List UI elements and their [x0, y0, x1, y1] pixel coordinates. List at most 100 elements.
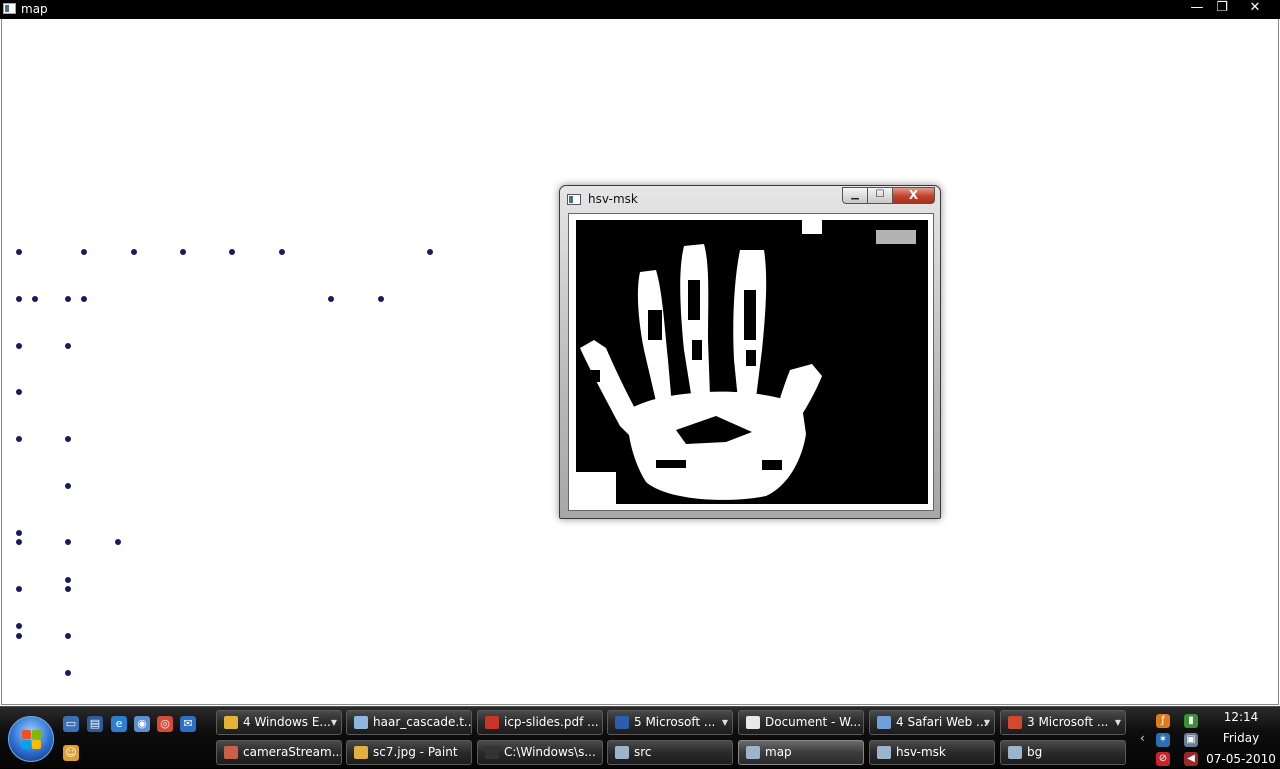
group-dropdown-icon[interactable]: ▼: [722, 711, 728, 734]
taskbar-button-5-microsoft[interactable]: 5 Microsoft ... ▼: [607, 710, 733, 735]
map-point: [65, 633, 71, 639]
map-point: [65, 343, 71, 349]
clock-time[interactable]: 12:14: [1202, 710, 1280, 724]
taskbar-button-hsv-msk[interactable]: hsv-msk: [869, 740, 995, 765]
minimize-button[interactable]: ▁: [842, 187, 868, 204]
window-app-icon[interactable]: [3, 3, 16, 14]
taskbar-button-bg[interactable]: bg: [1000, 740, 1126, 765]
hsv-msk-window: hsv-msk ▁ ☐ X: [559, 185, 941, 519]
taskbar-button-label: bg: [1027, 745, 1043, 759]
window-icon: [877, 746, 891, 759]
window-icon: [746, 746, 760, 759]
map-window-title: map: [21, 2, 48, 16]
group-dropdown-icon[interactable]: ▼: [331, 711, 337, 734]
taskbar-button-label: 4 Windows E...: [243, 715, 331, 729]
map-point: [115, 539, 121, 545]
battery-icon[interactable]: ▮: [1184, 714, 1198, 728]
taskbar: ▭ ▤ e ◉ ◎ ✉ ☺ 4 Windows E... ▼ haar_cascade.t...…: [0, 706, 1280, 768]
folder-icon[interactable]: ☺: [63, 745, 79, 761]
console-icon: [485, 746, 499, 759]
notification-area: ‹ ƒ ▮ ✶ ▣ ⊘ ◀ 12:14 Friday 07-05-2010: [1138, 707, 1280, 769]
restore-button[interactable]: ❐: [1209, 0, 1235, 17]
document-icon: [746, 716, 760, 729]
map-point: [16, 389, 22, 395]
hsv-msk-window-title: hsv-msk: [588, 192, 638, 206]
start-button[interactable]: [8, 716, 54, 762]
network-icon[interactable]: ▣: [1184, 733, 1198, 747]
hsv-msk-titlebar[interactable]: hsv-msk ▁ ☐ X: [560, 186, 940, 212]
clock-day[interactable]: Friday: [1202, 731, 1280, 745]
taskbar-button-map[interactable]: map: [738, 740, 864, 765]
map-point: [16, 296, 22, 302]
map-point: [65, 577, 71, 583]
taskbar-button-camerastream[interactable]: cameraStream...: [216, 740, 342, 765]
switch-windows-icon[interactable]: ▤: [87, 716, 103, 732]
map-point: [32, 296, 38, 302]
taskbar-button-label: C:\Windows\s...: [504, 745, 596, 759]
map-point: [279, 249, 285, 255]
close-button[interactable]: ✕: [1242, 0, 1268, 17]
folder-icon: [224, 716, 238, 729]
map-point: [16, 343, 22, 349]
window-app-icon[interactable]: [567, 194, 581, 205]
show-desktop-icon[interactable]: ▭: [63, 716, 79, 732]
map-titlebar[interactable]: map — ❐ ✕: [0, 0, 1280, 19]
map-point: [65, 436, 71, 442]
group-dropdown-icon[interactable]: ▼: [984, 711, 990, 734]
taskbar-button-src[interactable]: src: [607, 740, 733, 765]
close-button[interactable]: X: [892, 187, 935, 204]
camera-icon: [224, 746, 238, 759]
taskbar-button-4-safari-web[interactable]: 4 Safari Web ... ▼: [869, 710, 995, 735]
map-point: [16, 586, 22, 592]
map-point: [65, 670, 71, 676]
taskbar-button-label: sc7.jpg - Paint: [373, 745, 458, 759]
notepad-icon: [354, 716, 368, 729]
taskbar-button-sc7-jpg-paint[interactable]: sc7.jpg - Paint: [346, 740, 472, 765]
taskbar-button-label: cameraStream...: [243, 745, 342, 759]
map-point: [16, 249, 22, 255]
group-dropdown-icon[interactable]: ▼: [1115, 711, 1121, 734]
map-point: [16, 633, 22, 639]
map-point: [81, 249, 87, 255]
map-point: [16, 530, 22, 536]
chrome-icon[interactable]: ◎: [157, 716, 173, 732]
taskbar-button-icp-slides-pdf[interactable]: icp-slides.pdf ...: [477, 710, 603, 735]
outlook-icon[interactable]: ✉: [180, 716, 196, 732]
taskbar-button-label: icp-slides.pdf ...: [504, 715, 599, 729]
flash-icon[interactable]: ƒ: [1156, 714, 1170, 728]
show-hidden-icons-button[interactable]: ‹: [1140, 731, 1145, 745]
taskbar-button-label: src: [634, 745, 652, 759]
bluetooth-icon[interactable]: ✶: [1156, 733, 1170, 747]
map-point: [131, 249, 137, 255]
paint-icon: [354, 746, 368, 759]
taskbar-button-label: 4 Safari Web ...: [896, 715, 988, 729]
taskbar-button-label: 5 Microsoft ...: [634, 715, 716, 729]
taskbar-button-3-microsoft[interactable]: 3 Microsoft ... ▼: [1000, 710, 1126, 735]
map-point: [81, 296, 87, 302]
window-icon: [615, 746, 629, 759]
map-point: [65, 586, 71, 592]
hand-mask-image: [576, 220, 928, 504]
taskbar-button-4-windows-e[interactable]: 4 Windows E... ▼: [216, 710, 342, 735]
internet-explorer-icon[interactable]: e: [111, 716, 127, 732]
taskbar-button-label: map: [765, 745, 792, 759]
minimize-button[interactable]: —: [1184, 0, 1210, 17]
map-point: [16, 436, 22, 442]
taskbar-button-haar-cascade-t[interactable]: haar_cascade.t...: [346, 710, 472, 735]
hsv-msk-client: [568, 213, 934, 511]
map-point: [180, 249, 186, 255]
clock-date[interactable]: 07-05-2010: [1202, 752, 1280, 766]
security-icon[interactable]: ⊘: [1156, 752, 1170, 766]
taskbar-button-c-windows-s[interactable]: C:\Windows\s...: [477, 740, 603, 765]
maximize-button[interactable]: ☐: [867, 187, 893, 204]
globe-icon[interactable]: ◉: [134, 716, 150, 732]
map-point: [65, 483, 71, 489]
taskbar-button-label: haar_cascade.t...: [373, 715, 472, 729]
app-icon: [1008, 716, 1022, 729]
taskbar-button-label: 3 Microsoft ...: [1027, 715, 1109, 729]
pdf-icon: [485, 716, 499, 729]
windows-logo-icon: [22, 730, 42, 750]
volume-muted-icon[interactable]: ◀: [1184, 752, 1198, 766]
taskbar-button-document-w[interactable]: Document - W...: [738, 710, 864, 735]
taskbar-button-label: hsv-msk: [896, 745, 946, 759]
